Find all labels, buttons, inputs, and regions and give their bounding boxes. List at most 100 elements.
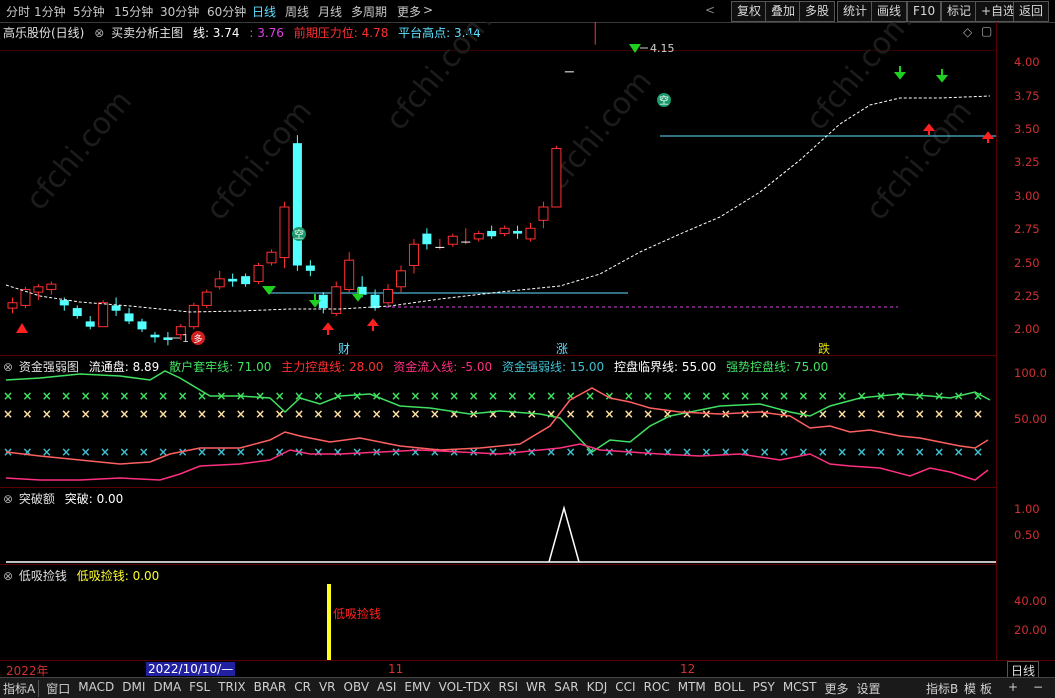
candle[interactable] — [124, 313, 134, 322]
back-button[interactable]: 返回 — [1013, 1, 1050, 22]
indicator-tab-trix[interactable]: TRIX — [218, 680, 245, 694]
red-up-arrow-icon — [366, 318, 380, 331]
indicator-tab-sar[interactable]: SAR — [554, 680, 578, 694]
tab-daily[interactable]: 日线 — [252, 3, 276, 20]
fund-strength-chart[interactable]: × × × × × × × × × × × × × × × × × × × × × × × × × × × × × × × × × × × × × × × ×… — [0, 356, 996, 487]
candle[interactable] — [551, 147, 562, 208]
candle[interactable] — [241, 276, 251, 285]
indicator-tab-boll[interactable]: BOLL — [714, 680, 745, 694]
indicator-tab-mtm[interactable]: MTM — [678, 680, 706, 694]
candle[interactable] — [396, 270, 406, 288]
bottom-right-control-1[interactable]: 模 — [964, 680, 976, 697]
candle[interactable] — [279, 206, 290, 259]
overlay-button[interactable]: 叠加 — [765, 1, 802, 22]
indicator-tab-brar[interactable]: BRAR — [254, 680, 287, 694]
candle[interactable] — [318, 294, 328, 309]
bottom-right-control-2[interactable]: 板 — [980, 680, 992, 697]
indicator-tab-macd[interactable]: MACD — [78, 680, 114, 694]
tab-5min[interactable]: 5分钟 — [73, 3, 105, 20]
candle[interactable] — [292, 143, 302, 266]
indicator-tab-cci[interactable]: CCI — [615, 680, 635, 694]
tab-multi-period[interactable]: 多周期 — [351, 3, 387, 20]
candle[interactable] — [85, 321, 95, 327]
indicator-tab-roc[interactable]: ROC — [644, 680, 670, 694]
x-marker: × — [682, 389, 692, 403]
bottom-right-control-3[interactable]: + — [1008, 680, 1018, 694]
candle[interactable] — [46, 283, 57, 290]
candle[interactable] — [214, 278, 225, 288]
candle[interactable] — [408, 243, 419, 267]
tab-fenshi[interactable]: 分时 — [6, 3, 30, 20]
candle[interactable] — [447, 235, 458, 245]
candle[interactable] — [383, 288, 394, 304]
indicator-tab--[interactable]: 更多 — [825, 680, 849, 697]
indicator-tab-psy[interactable]: PSY — [753, 680, 775, 694]
tab-60min[interactable]: 60分钟 — [207, 3, 246, 20]
stats-button[interactable]: 统计 — [837, 1, 874, 22]
candle[interactable] — [370, 294, 380, 309]
breakout-chart[interactable] — [0, 488, 996, 564]
bottom-right-control-0[interactable]: 指标B — [926, 680, 958, 697]
candle[interactable] — [435, 246, 445, 248]
candle[interactable] — [487, 230, 497, 237]
tab-15min[interactable]: 15分钟 — [114, 3, 153, 20]
indicator-tab--a[interactable]: 指标A — [3, 680, 40, 697]
candle[interactable] — [538, 206, 549, 221]
candle[interactable] — [513, 230, 523, 234]
restore-rights-button[interactable]: 复权 — [731, 1, 768, 22]
draw-line-button[interactable]: 画线 — [871, 1, 908, 22]
indicator-tab-dma[interactable]: DMA — [153, 680, 181, 694]
indicator-tab-obv[interactable]: OBV — [344, 680, 370, 694]
nav-left-icon[interactable]: < — [705, 3, 715, 17]
dip-buy-chart[interactable]: 低吸捡钱 — [0, 565, 996, 660]
indicator-tab-cr[interactable]: CR — [294, 680, 311, 694]
candle[interactable] — [137, 321, 147, 330]
multi-stock-button[interactable]: 多股 — [799, 1, 836, 22]
candle[interactable] — [7, 302, 18, 309]
indicator-tab-vol-tdx[interactable]: VOL-TDX — [439, 680, 491, 694]
candle[interactable] — [422, 233, 432, 245]
candle[interactable] — [564, 71, 574, 73]
more-arrow-icon[interactable]: > — [423, 3, 433, 17]
indicator-tab-emv[interactable]: EMV — [404, 680, 430, 694]
tab-monthly[interactable]: 月线 — [318, 3, 342, 20]
x-marker: × — [488, 407, 498, 421]
candle[interactable] — [228, 278, 238, 282]
candle[interactable] — [499, 227, 510, 235]
tab-30min[interactable]: 30分钟 — [160, 3, 199, 20]
candle[interactable] — [188, 304, 199, 328]
candle[interactable] — [72, 308, 82, 317]
candle[interactable] — [266, 251, 277, 264]
indicator-tab-kdj[interactable]: KDJ — [587, 680, 608, 694]
tab-weekly[interactable]: 周线 — [285, 3, 309, 20]
indicator-tab--[interactable]: 窗口 — [46, 680, 70, 697]
candle[interactable] — [59, 300, 69, 306]
x-marker: × — [915, 407, 925, 421]
candle[interactable] — [98, 302, 109, 328]
indicator-tab-dmi[interactable]: DMI — [122, 680, 145, 694]
tab-1min[interactable]: 1分钟 — [34, 3, 66, 20]
candle[interactable] — [111, 305, 121, 311]
f10-button[interactable]: F10 — [907, 1, 942, 22]
mark-button[interactable]: 标记 — [941, 1, 978, 22]
indicator-tab-vr[interactable]: VR — [319, 680, 336, 694]
candlestick-chart[interactable]: cfchi.com cfchi.comcfchi.com cfchi.com cfch… — [0, 22, 996, 355]
candle[interactable] — [201, 291, 212, 306]
tab-more[interactable]: 更多 — [397, 3, 421, 20]
candle[interactable] — [473, 233, 484, 240]
candle[interactable] — [461, 241, 471, 243]
candle[interactable] — [33, 286, 44, 293]
candle[interactable] — [305, 265, 315, 271]
candle[interactable] — [525, 227, 536, 240]
candle[interactable] — [253, 265, 264, 282]
indicator-tab-wr[interactable]: WR — [526, 680, 546, 694]
indicator-tab--[interactable]: 设置 — [857, 680, 881, 697]
indicator-tab-fsl[interactable]: FSL — [189, 680, 210, 694]
bottom-right-control-4[interactable]: − — [1033, 680, 1043, 694]
candle[interactable] — [150, 334, 160, 338]
candle[interactable] — [20, 288, 31, 306]
indicator-tab-rsi[interactable]: RSI — [499, 680, 519, 694]
candle[interactable] — [344, 259, 355, 290]
indicator-tab-asi[interactable]: ASI — [377, 680, 396, 694]
indicator-tab-mcst[interactable]: MCST — [783, 680, 817, 694]
